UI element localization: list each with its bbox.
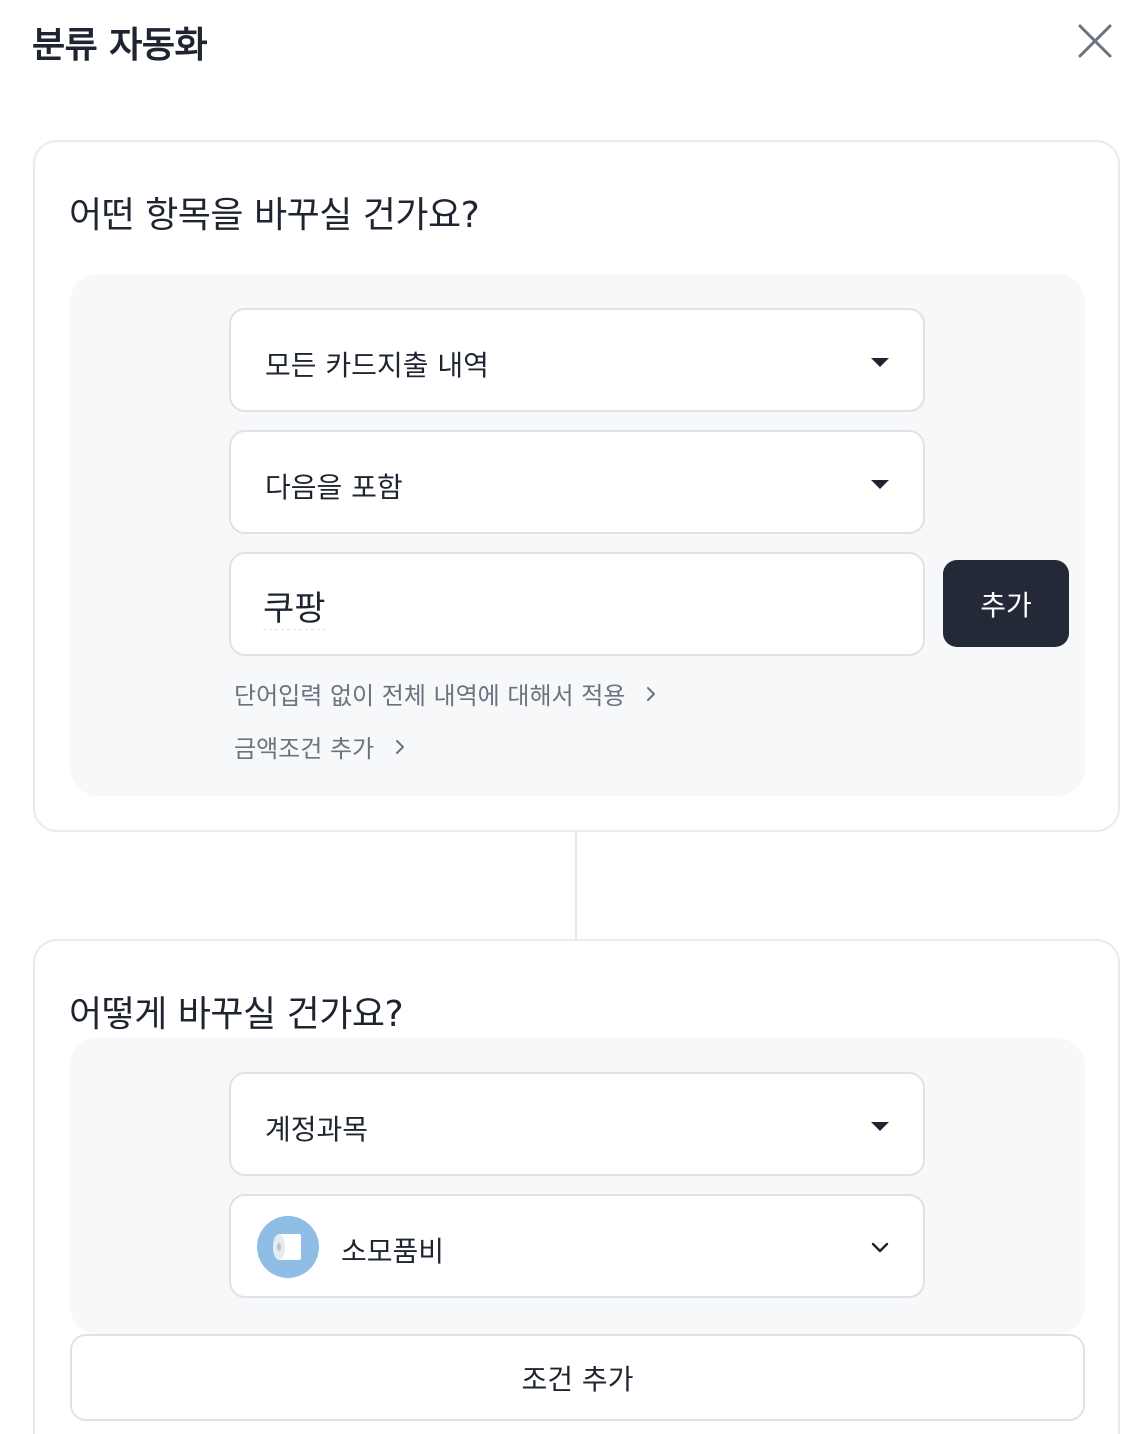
add-keyword-button[interactable]: 추가 xyxy=(943,560,1069,647)
category-select-value: 소모품비 xyxy=(341,1235,445,1268)
caret-down-icon xyxy=(871,1122,889,1131)
match-type-select[interactable]: 다음을 포함 xyxy=(229,430,925,534)
caret-down-icon xyxy=(871,358,889,367)
close-icon xyxy=(1078,24,1112,58)
target-section-panel: 모든 카드지출 내역 다음을 포함 추가 단어입력 없이 전체 내역에 대해서 … xyxy=(70,274,1085,796)
close-button[interactable] xyxy=(1072,18,1118,64)
field-select-value: 계정과목 xyxy=(265,1113,369,1146)
field-select[interactable]: 계정과목 xyxy=(229,1072,925,1176)
add-amount-condition-link[interactable]: 금액조건 추가 xyxy=(234,729,408,764)
chevron-down-icon xyxy=(871,1242,889,1253)
dialog-header: 분류 자동화 xyxy=(0,0,1148,90)
change-section-title: 어떻게 바꾸실 건가요? xyxy=(69,994,404,1035)
change-section-card: 어떻게 바꾸실 건가요? 계정과목 소모품비 조건 추가 xyxy=(33,939,1120,1434)
keyword-input[interactable] xyxy=(263,580,883,630)
match-type-select-value: 다음을 포함 xyxy=(265,471,403,504)
target-section-title: 어떤 항목을 바꾸실 건가요? xyxy=(69,195,480,236)
chevron-right-icon xyxy=(396,739,405,754)
add-condition-button[interactable]: 조건 추가 xyxy=(70,1334,1085,1421)
add-amount-condition-label: 금액조건 추가 xyxy=(234,735,375,763)
change-section-panel: 계정과목 소모품비 xyxy=(70,1038,1085,1334)
chevron-right-icon xyxy=(647,686,656,701)
source-select-value: 모든 카드지출 내역 xyxy=(265,349,489,382)
caret-down-icon xyxy=(871,480,889,489)
toilet-paper-icon xyxy=(257,1216,319,1278)
target-section-card: 어떤 항목을 바꾸실 건가요? 모든 카드지출 내역 다음을 포함 추가 단어입… xyxy=(33,140,1120,832)
keyword-input-box xyxy=(229,552,925,656)
category-select[interactable]: 소모품비 xyxy=(229,1194,925,1298)
apply-all-link[interactable]: 단어입력 없이 전체 내역에 대해서 적용 xyxy=(234,676,659,711)
dialog-title: 분류 자동화 xyxy=(32,25,208,66)
source-select[interactable]: 모든 카드지출 내역 xyxy=(229,308,925,412)
apply-all-link-label: 단어입력 없이 전체 내역에 대해서 적용 xyxy=(234,682,626,710)
section-connector xyxy=(575,832,577,939)
